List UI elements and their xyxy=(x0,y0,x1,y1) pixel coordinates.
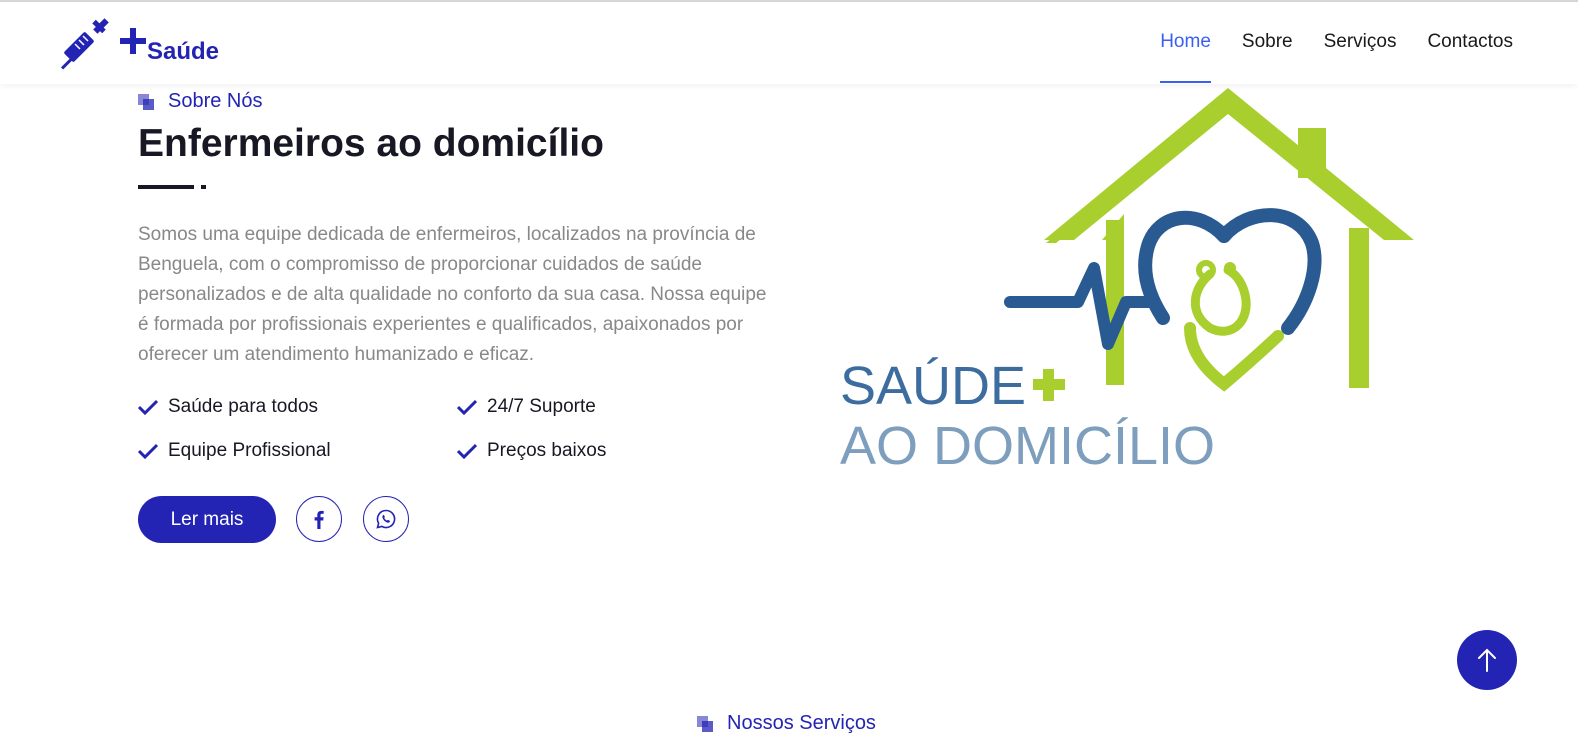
squares-icon xyxy=(138,93,154,110)
check-icon xyxy=(138,399,158,415)
facebook-icon xyxy=(314,510,324,529)
squares-icon xyxy=(697,715,713,732)
read-more-button[interactable]: Ler mais xyxy=(138,496,276,543)
feature-label: 24/7 Suporte xyxy=(487,396,596,417)
brand-logo[interactable]: Saúde xyxy=(58,14,219,70)
main-nav: Home Sobre Serviços Contactos xyxy=(1129,2,1513,83)
facebook-button[interactable] xyxy=(296,496,342,542)
about-description: Somos uma equipe dedicada de enfermeiros… xyxy=(138,224,767,365)
about-tag-label: Sobre Nós xyxy=(168,90,263,112)
check-icon xyxy=(457,399,477,415)
feature-item: Equipe Profissional xyxy=(138,440,331,462)
feature-label: Preços baixos xyxy=(487,440,607,461)
site-header: Saúde Home Sobre Serviços Contactos xyxy=(0,0,1578,84)
check-icon xyxy=(457,443,477,459)
feature-item: Preços baixos xyxy=(457,440,606,462)
title-underline-dot xyxy=(201,185,206,189)
logo-text-line2: AO DOMICÍLIO xyxy=(840,416,1215,476)
title-underline xyxy=(138,185,194,189)
syringe-icon xyxy=(60,18,109,70)
feature-label: Equipe Profissional xyxy=(168,440,331,461)
nav-sobre[interactable]: Sobre xyxy=(1242,2,1293,82)
nav-contactos[interactable]: Contactos xyxy=(1427,2,1513,82)
whatsapp-icon xyxy=(376,509,396,529)
page: Saúde Home Sobre Serviços Contactos Sobr… xyxy=(0,0,1578,748)
services-tag-label: Nossos Serviços xyxy=(727,712,876,734)
feature-item: Saúde para todos xyxy=(138,396,318,418)
plus-icon xyxy=(120,28,146,54)
feature-item: 24/7 Suporte xyxy=(457,396,596,418)
whatsapp-button[interactable] xyxy=(363,496,409,542)
feature-label: Saúde para todos xyxy=(168,396,319,417)
arrow-up-icon xyxy=(1478,648,1496,672)
about-tag: Sobre Nós xyxy=(138,90,263,113)
logo-text-line1: SAÚDE xyxy=(840,356,1026,416)
nav-home[interactable]: Home xyxy=(1160,2,1211,83)
about-title: Enfermeiros ao domicílio xyxy=(138,122,604,165)
scroll-top-button[interactable] xyxy=(1457,630,1517,690)
nav-servicos[interactable]: Serviços xyxy=(1324,2,1397,82)
check-icon xyxy=(138,443,158,459)
home-care-logo: SAÚDE AO DOMICÍLIO xyxy=(840,88,1414,476)
brand-name: Saúde xyxy=(147,38,220,65)
services-tag: Nossos Serviços xyxy=(697,712,876,735)
